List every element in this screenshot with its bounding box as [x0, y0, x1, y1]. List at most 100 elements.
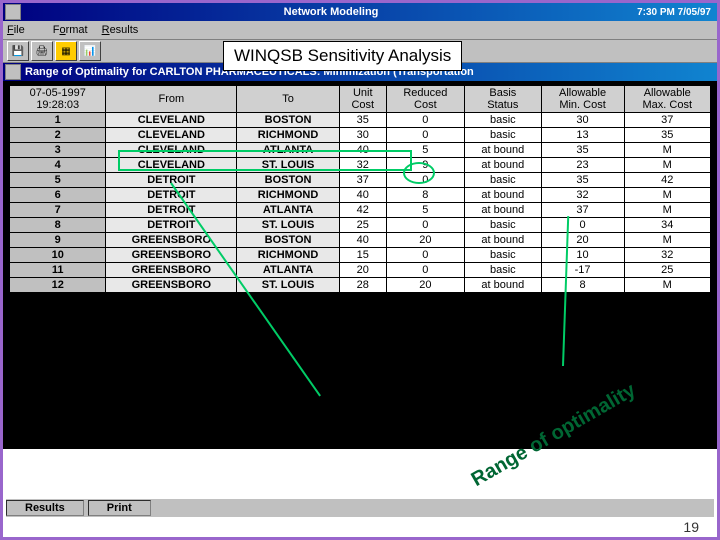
table-row[interactable]: 9 GREENSBORO BOSTON 40 20 at bound 20 M [10, 233, 711, 248]
status-left: Results [6, 500, 84, 516]
cell-uc: 15 [339, 248, 386, 263]
cell-bs: basic [465, 173, 542, 188]
th-amax: AllowableMax. Cost [624, 86, 711, 113]
cell-rc: 20 [386, 278, 464, 293]
cell-uc: 40 [339, 143, 386, 158]
row-num: 12 [10, 278, 106, 293]
cell-rc: 0 [386, 173, 464, 188]
th-rc: ReducedCost [386, 86, 464, 113]
toolbar-btn-2[interactable]: 🖨 [31, 41, 53, 61]
cell-to: RICHMOND [237, 248, 340, 263]
cell-to: BOSTON [237, 173, 340, 188]
table-row[interactable]: 6 DETROIT RICHMOND 40 8 at bound 32 M [10, 188, 711, 203]
th-uc: UnitCost [339, 86, 386, 113]
cell-uc: 42 [339, 203, 386, 218]
cell-amin: 0 [541, 218, 624, 233]
table-row[interactable]: 12 GREENSBORO ST. LOUIS 28 20 at bound 8… [10, 278, 711, 293]
cell-uc: 30 [339, 128, 386, 143]
row-num: 9 [10, 233, 106, 248]
cell-uc: 32 [339, 158, 386, 173]
cell-amax: 25 [624, 263, 711, 278]
menubar: File Format Results [3, 21, 717, 40]
window-title: Network Modeling [25, 6, 637, 18]
cell-uc: 40 [339, 233, 386, 248]
cell-amin: 35 [541, 143, 624, 158]
cell-bs: at bound [465, 188, 542, 203]
table-row[interactable]: 5 DETROIT BOSTON 37 0 basic 35 42 [10, 173, 711, 188]
cell-amax: 34 [624, 218, 711, 233]
cell-amax: 35 [624, 128, 711, 143]
table-row[interactable]: 10 GREENSBORO RICHMOND 15 0 basic 10 32 [10, 248, 711, 263]
row-num: 3 [10, 143, 106, 158]
clock: 7:30 PM 7/05/97 [637, 7, 711, 18]
cell-rc: 0 [386, 263, 464, 278]
cell-amax: M [624, 278, 711, 293]
cell-from: GREENSBORO [106, 263, 237, 278]
toolbar-btn-4[interactable]: 📊 [79, 41, 101, 61]
cell-to: ST. LOUIS [237, 218, 340, 233]
menu-file[interactable]: File [7, 24, 39, 36]
table-row[interactable]: 2 CLEVELAND RICHMOND 30 0 basic 13 35 [10, 128, 711, 143]
cell-rc: 9 [386, 158, 464, 173]
menu-results[interactable]: Results [102, 24, 139, 36]
status-right: Print [88, 500, 151, 516]
cell-to: ST. LOUIS [237, 278, 340, 293]
cell-from: GREENSBORO [106, 278, 237, 293]
cell-from: DETROIT [106, 203, 237, 218]
cell-bs: basic [465, 263, 542, 278]
cell-bs: basic [465, 248, 542, 263]
cell-uc: 28 [339, 278, 386, 293]
toolbar-btn-1[interactable]: 💾 [7, 41, 29, 61]
cell-to: RICHMOND [237, 128, 340, 143]
cell-uc: 25 [339, 218, 386, 233]
cell-amin: -17 [541, 263, 624, 278]
cell-amin: 8 [541, 278, 624, 293]
cell-to: ATLANTA [237, 203, 340, 218]
table-row[interactable]: 4 CLEVELAND ST. LOUIS 32 9 at bound 23 M [10, 158, 711, 173]
cell-rc: 0 [386, 248, 464, 263]
cell-rc: 0 [386, 113, 464, 128]
cell-to: BOSTON [237, 233, 340, 248]
statusbar: Results Print [6, 498, 714, 517]
doc-system-icon[interactable] [5, 64, 21, 80]
table-row[interactable]: 3 CLEVELAND ATLANTA 40 5 at bound 35 M [10, 143, 711, 158]
cell-amin: 35 [541, 173, 624, 188]
menu-format[interactable]: Format [53, 24, 88, 36]
cell-amax: M [624, 233, 711, 248]
cell-bs: basic [465, 128, 542, 143]
row-num: 10 [10, 248, 106, 263]
results-table: 07-05-199719:28:03 From To UnitCost Redu… [9, 85, 711, 293]
table-row[interactable]: 8 DETROIT ST. LOUIS 25 0 basic 0 34 [10, 218, 711, 233]
cell-amin: 20 [541, 233, 624, 248]
th-amin: AllowableMin. Cost [541, 86, 624, 113]
slide-number: 19 [683, 519, 699, 535]
toolbar-btn-3[interactable]: ▦ [55, 41, 77, 61]
cell-from: DETROIT [106, 188, 237, 203]
cell-to: BOSTON [237, 113, 340, 128]
cell-to: ST. LOUIS [237, 158, 340, 173]
cell-uc: 37 [339, 173, 386, 188]
cell-to: ATLANTA [237, 263, 340, 278]
cell-bs: at bound [465, 278, 542, 293]
cell-amin: 13 [541, 128, 624, 143]
table-row[interactable]: 11 GREENSBORO ATLANTA 20 0 basic -17 25 [10, 263, 711, 278]
table-row[interactable]: 1 CLEVELAND BOSTON 35 0 basic 30 37 [10, 113, 711, 128]
cell-amax: M [624, 188, 711, 203]
cell-from: CLEVELAND [106, 143, 237, 158]
cell-amax: 32 [624, 248, 711, 263]
cell-from: DETROIT [106, 218, 237, 233]
explanation-text: If this path is used, the total cost wil… [63, 383, 306, 449]
table-row[interactable]: 7 DETROIT ATLANTA 42 5 at bound 37 M [10, 203, 711, 218]
cell-from: CLEVELAND [106, 158, 237, 173]
row-num: 1 [10, 113, 106, 128]
system-menu-icon[interactable] [5, 4, 21, 20]
cell-amax: M [624, 143, 711, 158]
cell-rc: 8 [386, 188, 464, 203]
cell-rc: 20 [386, 233, 464, 248]
cell-from: CLEVELAND [106, 128, 237, 143]
cell-amax: M [624, 158, 711, 173]
cell-amin: 10 [541, 248, 624, 263]
cell-amin: 30 [541, 113, 624, 128]
row-num: 8 [10, 218, 106, 233]
cell-bs: at bound [465, 233, 542, 248]
